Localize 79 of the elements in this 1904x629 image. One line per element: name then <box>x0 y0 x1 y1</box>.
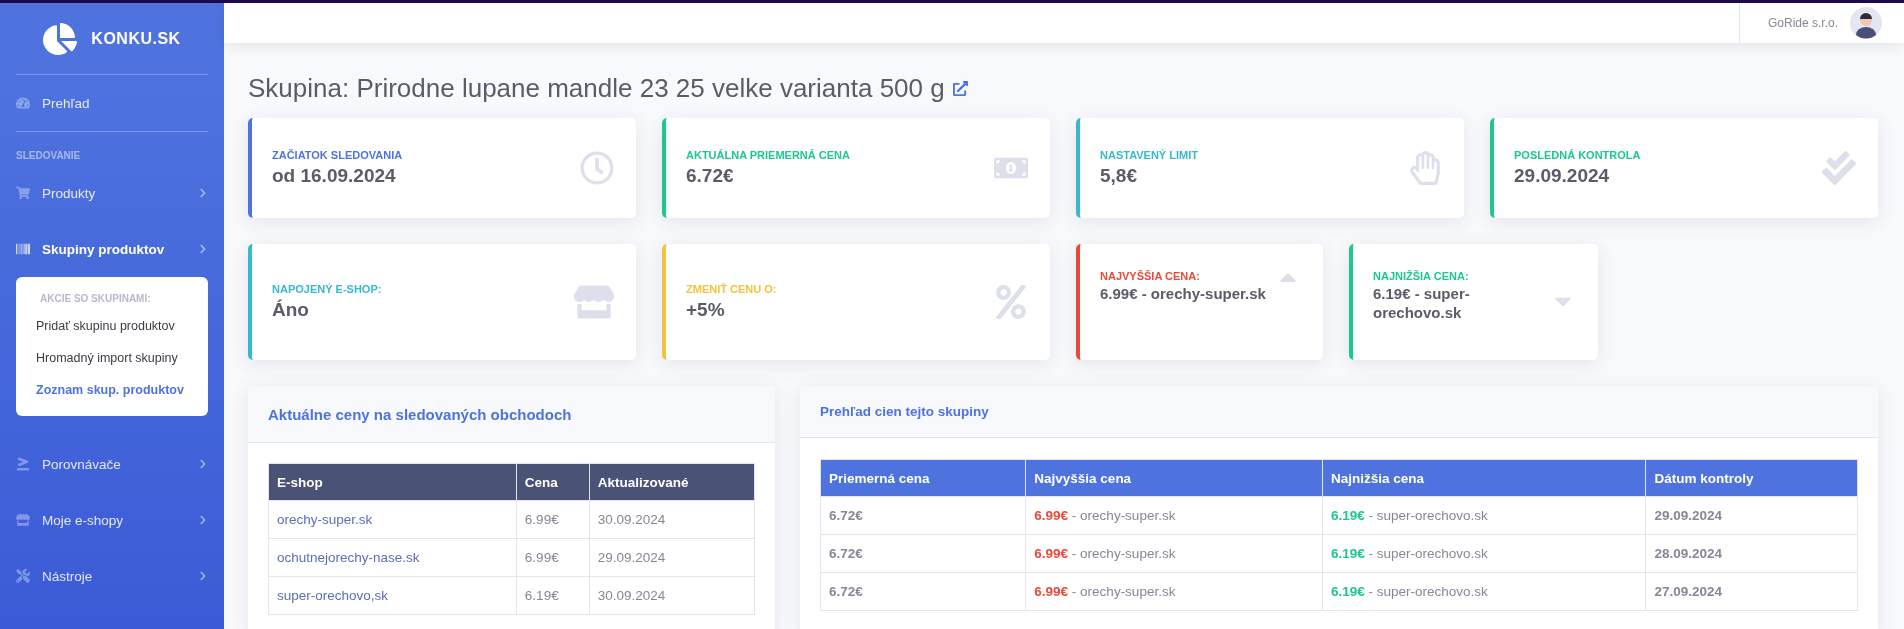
sidebar-item[interactable]: Porovnávače <box>16 436 208 492</box>
table-cell: 28.09.2024 <box>1645 534 1858 573</box>
chevron-icon <box>198 188 208 198</box>
column-header: Aktualizované <box>589 463 755 501</box>
column-header: Najnižšia cena <box>1322 459 1646 497</box>
stat-label: NAPOJENÝ E-SHOP: <box>272 282 383 295</box>
table-cell: 6.19€ <box>516 576 590 615</box>
column-header: Dátum kontroly <box>1645 459 1858 497</box>
table-cell: 30.09.2024 <box>589 576 755 615</box>
clock-icon <box>580 151 614 185</box>
table-cell: 27.09.2024 <box>1645 572 1858 611</box>
sidebar-section-heading: SLEDOVANIE <box>16 149 82 163</box>
stat-value: +5% <box>686 297 726 322</box>
stat-label: NAJNIŽŠIA CENA: <box>1373 270 1470 282</box>
stat-value: Áno <box>272 297 310 322</box>
chevron-icon <box>198 571 208 581</box>
submenu-item[interactable]: Hromadný import skupiny <box>16 342 208 374</box>
stat-label: AKTUÁLNA PRIEMERNÁ CENA <box>686 148 851 161</box>
page-title: Skupina: Prirodne lupane mandle 23 25 velke varianta 500 g <box>248 73 1878 104</box>
stat-value: 6.19€ - super-orechovo.sk <box>1373 285 1471 323</box>
tools-icon <box>16 569 32 583</box>
store-icon <box>574 282 614 322</box>
shop-link[interactable]: ochutnejorechy-nase.sk <box>277 550 420 565</box>
table-cell: 6.99€ - orechy-super.sk <box>1025 534 1323 573</box>
table-cell: 6.72€ <box>820 534 1026 573</box>
table-cell: 29.09.2024 <box>589 538 755 577</box>
stat-value: 5,8€ <box>1100 163 1138 188</box>
table-cell: 6.19€ - super-orechovo.sk <box>1322 572 1646 611</box>
chevron-icon <box>198 244 208 254</box>
shop-link[interactable]: orechy-super.sk <box>277 512 373 527</box>
avatar-icon[interactable] <box>1850 7 1882 39</box>
submenu-item[interactable]: Zoznam skup. produktov <box>16 374 208 406</box>
stat-label: ZMENIŤ CENU O: <box>686 282 778 295</box>
stat-label: ZAČIATOK SLEDOVANIA <box>272 148 404 161</box>
sidebar-item[interactable]: Moje e-shopy <box>16 492 208 548</box>
panel-title: Aktuálne ceny na sledovaných obchodoch <box>268 405 572 423</box>
chevron-icon <box>198 515 208 525</box>
stat-label: POSLEDNÁ KONTROLA <box>1514 148 1642 161</box>
table-cell: 6.99€ <box>516 538 590 577</box>
cart-icon <box>16 186 32 200</box>
external-link-icon[interactable] <box>952 81 968 96</box>
stat-value: od 16.09.2024 <box>272 163 397 188</box>
stat-value: 6.72€ <box>686 163 735 188</box>
sidebar-item[interactable]: Prehľad <box>16 75 208 131</box>
stat-value: 6.99€ - orechy-super.sk <box>1100 285 1267 304</box>
shop-link[interactable]: super-orechovo,sk <box>277 588 389 603</box>
table-cell: 6.72€ <box>820 572 1026 611</box>
double-check-icon <box>1822 151 1856 185</box>
table-cell: 6.19€ - super-orechovo.sk <box>1322 496 1646 535</box>
table-cell: 6.99€ <box>516 500 590 539</box>
hand-icon <box>1408 151 1442 185</box>
table-cell: 6.72€ <box>820 496 1026 535</box>
column-header: E-shop <box>268 463 517 501</box>
submenu-heading: AKCIE SO SKUPINAMI: <box>39 292 152 306</box>
percent-icon <box>994 285 1028 319</box>
table-cell: 30.09.2024 <box>589 500 755 539</box>
stat-value: 29.09.2024 <box>1514 163 1611 188</box>
sidebar-item[interactable]: Nástroje <box>16 548 208 604</box>
table-cell: 29.09.2024 <box>1645 496 1858 535</box>
barcode-icon <box>16 242 32 256</box>
stat-label: NAJVYŠŠIA CENA: <box>1100 270 1201 282</box>
chevron-icon <box>198 459 208 469</box>
table-cell: 6.99€ - orechy-super.sk <box>1025 496 1323 535</box>
sidebar-item[interactable]: Produkty <box>16 165 208 221</box>
greater-equal-icon <box>16 457 32 471</box>
panel-title: Prehľad cien tejto skupiny <box>820 404 989 419</box>
table-cell: 6.99€ - orechy-super.sk <box>1025 572 1323 611</box>
column-header: Cena <box>516 463 590 501</box>
table-cell: 6.19€ - super-orechovo.sk <box>1322 534 1646 573</box>
pie-chart-logo-icon <box>43 21 78 56</box>
submenu-item[interactable]: Pridať skupinu produktov <box>16 310 208 342</box>
store-icon <box>16 513 32 527</box>
column-header: Priemerná cena <box>820 459 1026 497</box>
stat-label: NASTAVENÝ LIMIT <box>1100 148 1199 161</box>
user-name[interactable]: GoRide s.r.o. <box>1767 16 1838 30</box>
brand-name: KONKU.SK <box>91 29 181 48</box>
column-header: Najvyššia cena <box>1025 459 1323 497</box>
sidebar-item[interactable]: Skupiny produktov <box>16 221 208 277</box>
dashboard-icon <box>16 96 32 110</box>
